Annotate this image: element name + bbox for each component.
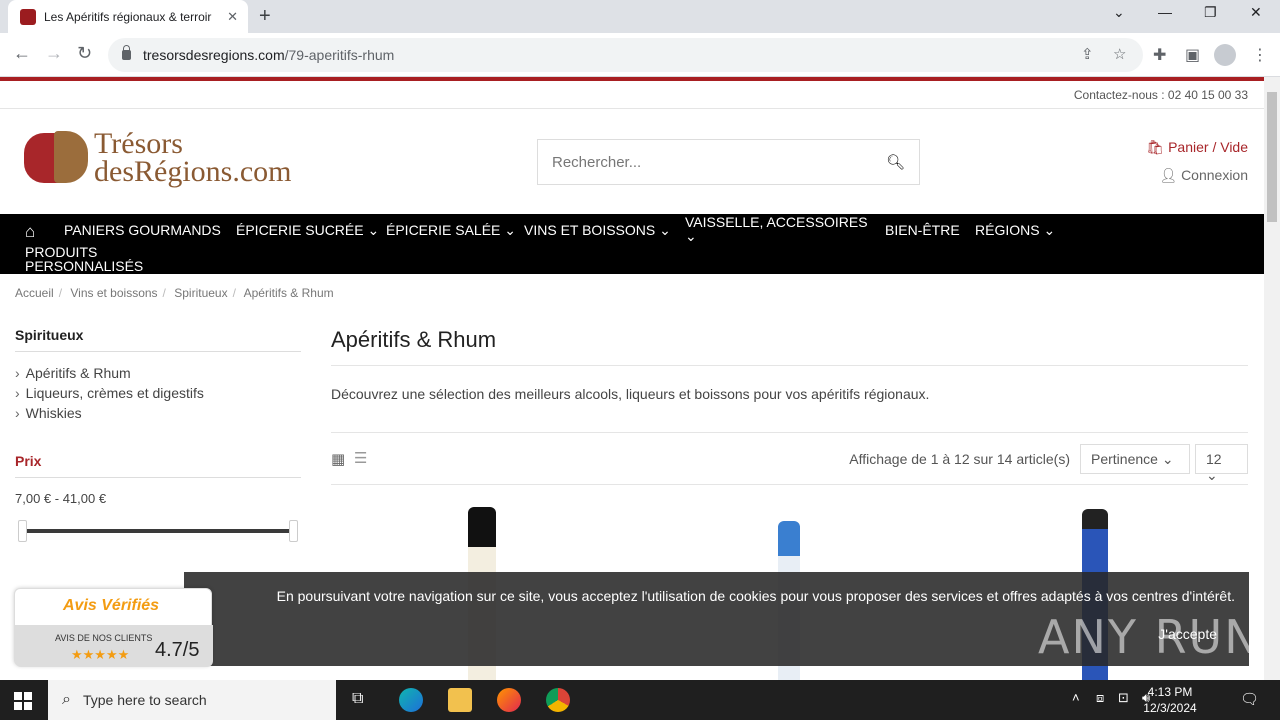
anyrun-watermark: ANY RUN bbox=[1038, 610, 1261, 664]
extensions-icon[interactable]: ✚ bbox=[1153, 45, 1166, 65]
close-tab-icon[interactable]: ✕ bbox=[227, 9, 238, 25]
main-navigation: ⌂ PANIERS GOURMANDS ÉPICERIE SUCRÉE ⌄ ÉP… bbox=[0, 214, 1264, 274]
new-tab-icon[interactable]: + bbox=[259, 5, 271, 28]
firefox-icon[interactable] bbox=[497, 688, 521, 712]
sidebar-title: Spiritueux bbox=[15, 327, 301, 352]
lock-icon bbox=[122, 45, 131, 60]
price-slider-max-handle[interactable] bbox=[289, 520, 298, 542]
menu-icon[interactable]: ⋮ bbox=[1252, 45, 1268, 65]
login-label: Connexion bbox=[1181, 167, 1248, 183]
breadcrumb-accueil[interactable]: Accueil bbox=[15, 286, 54, 300]
taskbar-clock[interactable]: 4:13 PM 12/3/2024 bbox=[1140, 684, 1200, 716]
avis-verifies-badge[interactable]: Avis Vérifiés AVIS DE NOS CLIENTS ★★★★★ … bbox=[14, 588, 213, 667]
url-text: tresorsdesregions.com/79-aperitifs-rhum bbox=[143, 47, 395, 63]
shopping-bag-icon: 🛍︎ bbox=[1146, 139, 1165, 155]
task-view-icon[interactable]: ⧉ bbox=[352, 690, 363, 708]
price-range-text: 7,00 € - 41,00 € bbox=[15, 491, 107, 506]
reload-icon[interactable]: ↻ bbox=[77, 43, 92, 64]
avis-title: Avis Vérifiés bbox=[63, 597, 160, 614]
logo-line-1: Trésors bbox=[94, 127, 183, 160]
cart-label: Panier / Vide bbox=[1168, 139, 1248, 155]
restore-icon[interactable]: ❐ bbox=[1204, 4, 1217, 21]
cookie-text: En poursuivant votre navigation sur ce s… bbox=[276, 588, 1235, 604]
nav-epicerie-sucree[interactable]: ÉPICERIE SUCRÉE ⌄ bbox=[236, 222, 379, 239]
user-icon: 👤︎ bbox=[1159, 167, 1178, 183]
nav-vins-et-boissons[interactable]: VINS ET BOISSONS ⌄ bbox=[524, 222, 671, 239]
cart-link[interactable]: 🛍︎ Panier / Vide bbox=[1146, 139, 1248, 156]
magnifier-icon: ⌕ bbox=[62, 691, 71, 708]
scrollbar-thumb[interactable] bbox=[1267, 92, 1277, 222]
page-scrollbar[interactable] bbox=[1264, 77, 1280, 680]
side-panel-icon[interactable]: ▣ bbox=[1185, 45, 1200, 65]
search-box: 🔍︎ bbox=[537, 139, 920, 185]
avis-subtitle: AVIS DE NOS CLIENTS bbox=[55, 633, 153, 643]
tab-search-chevron-icon[interactable]: ⌄ bbox=[1113, 4, 1125, 21]
edge-icon[interactable] bbox=[399, 688, 423, 712]
price-slider-min-handle[interactable] bbox=[18, 520, 27, 542]
address-bar[interactable]: tresorsdesregions.com/79-aperitifs-rhum … bbox=[108, 38, 1143, 72]
category-item[interactable]: Whiskies bbox=[15, 405, 301, 425]
category-item[interactable]: Liqueurs, crèmes et digestifs bbox=[15, 385, 301, 405]
windows-start-icon[interactable] bbox=[14, 692, 32, 710]
file-explorer-icon[interactable] bbox=[448, 688, 472, 712]
category-item[interactable]: Apéritifs & Rhum bbox=[15, 365, 301, 385]
nav-bien-etre[interactable]: BIEN-ÊTRE bbox=[885, 222, 960, 238]
sidebar: Spiritueux Apéritifs & Rhum Liqueurs, cr… bbox=[15, 327, 301, 542]
sort-select[interactable]: Pertinence ⌄ bbox=[1080, 444, 1190, 474]
search-input[interactable] bbox=[552, 153, 886, 171]
browser-tab-bar: Les Apéritifs régionaux & terroir ✕ + ⌄ … bbox=[0, 0, 1280, 33]
site-logo[interactable]: Trésors desRégions.com bbox=[24, 127, 291, 189]
breadcrumb-current: Apéritifs & Rhum bbox=[243, 286, 334, 300]
tray-chevron-icon[interactable]: ˄ bbox=[1072, 690, 1080, 705]
browser-toolbar: ← → ↻ tresorsdesregions.com/79-aperitifs… bbox=[0, 33, 1280, 77]
close-window-icon[interactable]: ✕ bbox=[1250, 4, 1262, 21]
tray-app-icon[interactable]: ⧈ bbox=[1096, 690, 1104, 706]
site-favicon-icon bbox=[20, 8, 36, 25]
contact-text[interactable]: Contactez-nous : 02 40 15 00 33 bbox=[1074, 88, 1248, 102]
nav-paniers-gourmands[interactable]: PANIERS GOURMANDS bbox=[64, 222, 221, 238]
nav-regions[interactable]: RÉGIONS ⌄ bbox=[975, 222, 1055, 239]
forward-icon[interactable]: → bbox=[45, 43, 63, 64]
category-description: Découvrez une sélection des meilleurs al… bbox=[331, 386, 1248, 433]
per-page-select[interactable]: 12 ⌄ bbox=[1195, 444, 1248, 483]
listing-toolbar: ▦ ☰ Affichage de 1 à 12 sur 14 article(s… bbox=[331, 433, 1248, 485]
breadcrumb-vins[interactable]: Vins et boissons bbox=[70, 286, 157, 300]
taskbar-search-text: Type here to search bbox=[82, 692, 207, 708]
product-count: Affichage de 1 à 12 sur 14 article(s) bbox=[849, 451, 1070, 467]
nav-epicerie-salee[interactable]: ÉPICERIE SALÉE ⌄ bbox=[386, 222, 516, 239]
grid-view-icon[interactable]: ▦ bbox=[331, 450, 345, 468]
main-content: Apéritifs & Rhum Découvrez une sélection… bbox=[331, 327, 1248, 485]
page-title: Apéritifs & Rhum bbox=[331, 327, 1248, 366]
tab-title: Les Apéritifs régionaux & terroir bbox=[44, 9, 212, 24]
network-icon[interactable]: ⊡ bbox=[1118, 690, 1129, 706]
logo-mark-icon bbox=[24, 127, 88, 189]
share-icon[interactable]: ⇪ bbox=[1081, 45, 1094, 63]
nav-produits-personnalises[interactable]: PRODUITS PERSONNALISÉS bbox=[25, 245, 143, 273]
category-list: Apéritifs & Rhum Liqueurs, crèmes et dig… bbox=[15, 365, 301, 425]
windows-taskbar: ⌕ Type here to search ⧉ ˄ ⧈ ⊡ 🔊︎ 4:13 PM… bbox=[0, 680, 1280, 720]
minimize-icon[interactable]: — bbox=[1158, 4, 1172, 20]
avis-score: 4.7/5 bbox=[155, 639, 200, 661]
profile-avatar[interactable] bbox=[1214, 44, 1236, 66]
login-link[interactable]: 👤︎ Connexion bbox=[1159, 167, 1248, 184]
list-view-icon[interactable]: ☰ bbox=[354, 449, 367, 467]
home-icon[interactable]: ⌂ bbox=[25, 222, 35, 242]
nav-vaisselle-accessoires[interactable]: VAISSELLE, ACCESSOIRES ⌄ bbox=[685, 215, 868, 243]
taskbar-search[interactable]: ⌕ Type here to search bbox=[48, 680, 336, 720]
bookmark-star-icon[interactable]: ☆ bbox=[1113, 45, 1126, 63]
breadcrumb: Accueil / Vins et boissons / Spiritueux / A… bbox=[15, 286, 334, 300]
contact-bar: Contactez-nous : 02 40 15 00 33 bbox=[0, 81, 1264, 109]
browser-tab[interactable]: Les Apéritifs régionaux & terroir ✕ bbox=[8, 0, 248, 33]
breadcrumb-spiritueux[interactable]: Spiritueux bbox=[174, 286, 227, 300]
price-slider[interactable] bbox=[15, 520, 301, 542]
chrome-icon[interactable] bbox=[546, 688, 570, 712]
logo-line-2: desRégions.com bbox=[94, 155, 292, 188]
price-filter-title: Prix bbox=[15, 453, 301, 478]
rating-stars-icon: ★★★★★ bbox=[71, 647, 130, 662]
back-icon[interactable]: ← bbox=[13, 43, 31, 64]
price-slider-track bbox=[23, 529, 293, 533]
search-icon[interactable]: 🔍︎ bbox=[886, 153, 905, 171]
notification-icon[interactable]: 🗨︎ bbox=[1240, 690, 1259, 708]
